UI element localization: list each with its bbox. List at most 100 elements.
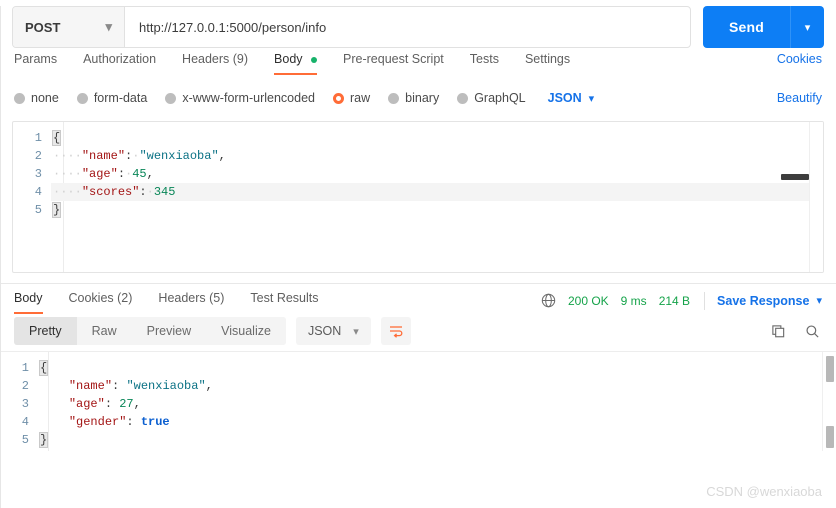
radio-icon bbox=[165, 92, 177, 104]
code-token: { bbox=[51, 130, 62, 146]
segment-label: Pretty bbox=[29, 324, 62, 338]
request-body-editor[interactable]: 1 2 3 4 5 {····"name":·"wenxiaoba", ····"… bbox=[12, 121, 824, 273]
copy-icon bbox=[771, 324, 784, 337]
response-tab-headers[interactable]: Headers (5) bbox=[158, 287, 224, 314]
line-number: 1 bbox=[34, 131, 42, 145]
code-token: , bbox=[205, 379, 213, 393]
code-line: ····"age":·45, bbox=[51, 165, 823, 183]
send-options-button[interactable]: ▾ bbox=[790, 6, 824, 48]
response-scroll-thumb-top[interactable] bbox=[826, 356, 834, 382]
code-token: "name" bbox=[68, 379, 113, 393]
code-line: "gender": true bbox=[38, 413, 836, 431]
code-token: 27 bbox=[119, 397, 134, 411]
url-input[interactable]: http://127.0.0.1:5000/person/info bbox=[125, 7, 690, 47]
code-token: : bbox=[126, 415, 141, 429]
line-number: 1 bbox=[21, 361, 29, 375]
line-number: 3 bbox=[34, 167, 42, 181]
cookies-link[interactable]: Cookies bbox=[777, 48, 822, 66]
request-code-lines[interactable]: {····"name":·"wenxiaoba", ····"age":·45, ·… bbox=[51, 129, 823, 219]
code-token: "age" bbox=[68, 397, 105, 411]
request-editor-scroll-thumb[interactable] bbox=[781, 174, 809, 180]
line-number: 4 bbox=[21, 415, 29, 429]
chevron-down-icon: ▾ bbox=[816, 295, 822, 307]
request-editor-scrollbar[interactable] bbox=[809, 122, 823, 272]
copy-response-button[interactable] bbox=[768, 321, 788, 341]
code-token: { bbox=[38, 360, 49, 376]
code-token: "age" bbox=[81, 167, 118, 181]
radio-label: raw bbox=[350, 91, 371, 105]
code-token: : bbox=[139, 185, 147, 199]
beautify-link[interactable]: Beautify bbox=[777, 91, 822, 105]
status-code: 200 OK bbox=[567, 293, 609, 308]
response-format-select[interactable]: JSON ▾ bbox=[295, 317, 371, 345]
send-group: Send ▾ bbox=[702, 6, 824, 48]
body-type-binary[interactable]: binary bbox=[388, 91, 439, 105]
http-method-select[interactable]: POST ▾ bbox=[13, 7, 125, 47]
response-view-preview[interactable]: Preview bbox=[131, 317, 207, 345]
tab-label: Params bbox=[14, 52, 58, 66]
response-view-visualize[interactable]: Visualize bbox=[206, 317, 286, 345]
code-token: ···· bbox=[53, 167, 82, 181]
radio-label: none bbox=[31, 91, 59, 105]
tab-settings[interactable]: Settings bbox=[525, 48, 570, 75]
chevron-down-icon: ▾ bbox=[353, 325, 359, 338]
request-tabs: Params Authorization Headers (9) Body Pr… bbox=[0, 48, 836, 79]
code-token: , bbox=[218, 149, 226, 163]
body-format-label: JSON bbox=[547, 91, 582, 105]
body-modified-dot-icon bbox=[311, 56, 318, 63]
line-number: 5 bbox=[21, 433, 29, 447]
tab-headers[interactable]: Headers (9) bbox=[182, 48, 248, 75]
response-view-raw[interactable]: Raw bbox=[76, 317, 132, 345]
search-response-button[interactable] bbox=[802, 321, 822, 341]
body-type-raw[interactable]: raw bbox=[333, 91, 370, 105]
code-token: ···· bbox=[53, 185, 82, 199]
response-body-editor[interactable]: 1 2 3 4 5 { "name": "wenxiaoba", "age": … bbox=[0, 351, 836, 451]
response-tab-body[interactable]: Body bbox=[14, 287, 43, 314]
code-line: { bbox=[51, 129, 823, 147]
request-url-bar: POST ▾ http://127.0.0.1:5000/person/info… bbox=[0, 6, 836, 48]
save-response-button[interactable]: Save Response ▾ bbox=[717, 294, 822, 308]
response-editor-scrollbar[interactable] bbox=[822, 352, 836, 451]
tab-tests[interactable]: Tests bbox=[470, 48, 499, 75]
response-tab-cookies[interactable]: Cookies (2) bbox=[69, 287, 133, 314]
word-wrap-button[interactable] bbox=[380, 317, 411, 345]
code-line: "name": "wenxiaoba", bbox=[38, 377, 836, 395]
code-token: "scores" bbox=[81, 185, 140, 199]
response-scroll-thumb-bottom[interactable] bbox=[826, 426, 834, 448]
radio-icon bbox=[388, 92, 400, 104]
code-token: "name" bbox=[81, 149, 126, 163]
postman-window: POST ▾ http://127.0.0.1:5000/person/info… bbox=[0, 6, 836, 508]
request-code-area: 1 2 3 4 5 {····"name":·"wenxiaoba", ····"… bbox=[13, 122, 823, 219]
tab-params[interactable]: Params bbox=[14, 48, 57, 75]
tab-body[interactable]: Body bbox=[274, 48, 318, 75]
code-line: } bbox=[51, 201, 823, 219]
tab-label: Settings bbox=[524, 52, 571, 66]
tab-pre-request-script[interactable]: Pre-request Script bbox=[343, 48, 444, 75]
response-tab-test-results[interactable]: Test Results bbox=[250, 287, 318, 314]
line-number: 4 bbox=[34, 185, 42, 199]
code-line: { bbox=[38, 359, 836, 377]
line-number: 2 bbox=[34, 149, 42, 163]
body-type-form-data[interactable]: form-data bbox=[76, 91, 147, 105]
body-type-none[interactable]: none bbox=[14, 91, 59, 105]
search-icon bbox=[805, 324, 819, 338]
response-size: 214 B bbox=[658, 293, 691, 308]
tab-authorization[interactable]: Authorization bbox=[83, 48, 156, 75]
http-method-label: POST bbox=[25, 19, 61, 35]
response-view-pretty[interactable]: Pretty bbox=[14, 317, 77, 345]
response-format-label: JSON bbox=[307, 324, 342, 338]
radio-selected-icon bbox=[333, 92, 344, 104]
word-wrap-icon bbox=[389, 326, 403, 338]
body-type-graphql[interactable]: GraphQL bbox=[457, 91, 526, 105]
code-line: "age": 27, bbox=[38, 395, 836, 413]
send-button[interactable]: Send bbox=[702, 6, 790, 48]
body-format-select[interactable]: JSON ▾ bbox=[548, 91, 595, 105]
response-gutter: 1 2 3 4 5 bbox=[0, 359, 38, 449]
radio-label: GraphQL bbox=[474, 91, 526, 105]
tab-label: Body bbox=[274, 52, 303, 66]
radio-label: x-www-form-urlencoded bbox=[182, 91, 315, 105]
body-type-x-www-form-urlencoded[interactable]: x-www-form-urlencoded bbox=[165, 91, 315, 105]
code-token: , bbox=[146, 167, 154, 181]
response-code-lines[interactable]: { "name": "wenxiaoba", "age": 27, "gende… bbox=[38, 359, 836, 449]
